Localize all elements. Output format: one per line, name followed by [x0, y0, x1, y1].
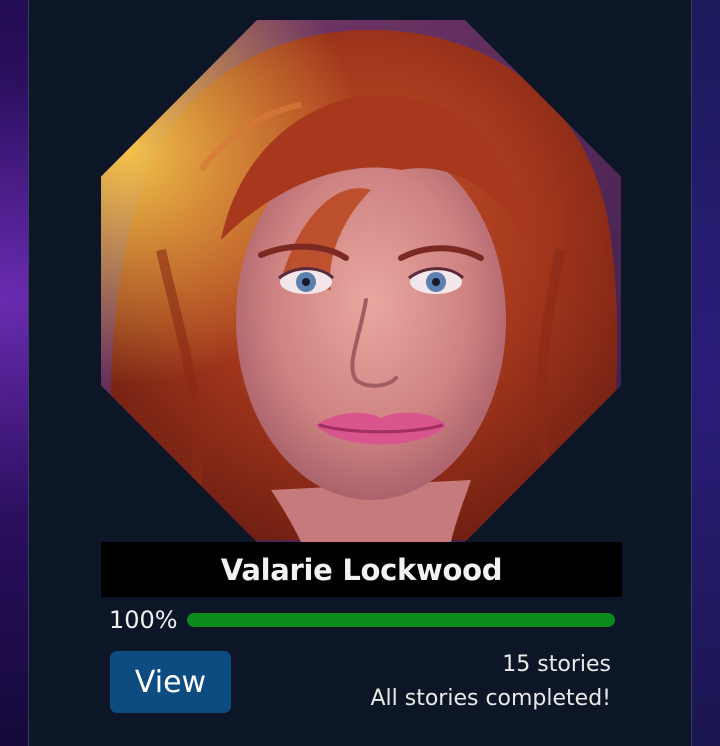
- character-name-bar: Valarie Lockwood: [101, 542, 622, 597]
- character-name: Valarie Lockwood: [220, 552, 503, 587]
- story-stats: 15 stories All stories completed!: [370, 648, 611, 716]
- completion-status: All stories completed!: [370, 686, 611, 711]
- character-card: Valarie Lockwood 100% View 15 stories Al…: [28, 0, 692, 746]
- background-right: [690, 0, 720, 746]
- progress-bar: [187, 613, 615, 627]
- character-portrait: [101, 20, 621, 542]
- view-button[interactable]: View: [110, 651, 231, 713]
- progress-percent-label: 100%: [109, 606, 178, 634]
- story-count: 15 stories: [502, 652, 611, 677]
- progress-row: 100%: [109, 604, 615, 636]
- progress-bar-fill: [187, 613, 615, 627]
